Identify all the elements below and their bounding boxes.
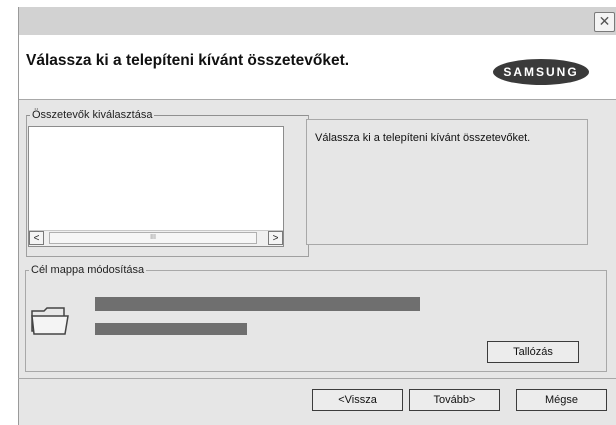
page-title: Válassza ki a telepíteni kívánt összetev… [26,52,350,69]
browse-button[interactable]: Tallózás [487,341,579,363]
scroll-right-button[interactable]: > [268,231,283,245]
component-description: Válassza ki a telepíteni kívánt összetev… [315,132,531,144]
next-button[interactable]: Tovább> [409,389,500,411]
grip-icon: III [150,234,156,241]
path-bar-primary [95,297,420,311]
components-legend: Összetevők kiválasztása [30,108,155,122]
component-description-panel: Válassza ki a telepíteni kívánt összetev… [306,119,588,245]
cancel-button[interactable]: Mégse [516,389,607,411]
scroll-left-button[interactable]: < [29,231,44,245]
close-button[interactable]: ✕ [594,12,615,32]
close-icon: ✕ [598,13,611,29]
title-bar: ✕ [19,7,616,35]
footer-separator [18,378,616,379]
chevron-left-icon: < [33,233,40,244]
horizontal-scrollbar[interactable]: < III > [29,230,283,246]
target-folder-legend: Cél mappa módosítása [29,263,147,277]
header-panel: Válassza ki a telepíteni kívánt összetev… [19,35,616,100]
chevron-right-icon: > [272,233,279,244]
scroll-thumb[interactable]: III [49,232,257,244]
path-bar-secondary [95,323,247,335]
samsung-logo: SAMSUNG [493,59,589,85]
back-button[interactable]: <Vissza [312,389,403,411]
folder-icon [31,307,69,335]
components-list[interactable]: < III > [28,126,284,247]
